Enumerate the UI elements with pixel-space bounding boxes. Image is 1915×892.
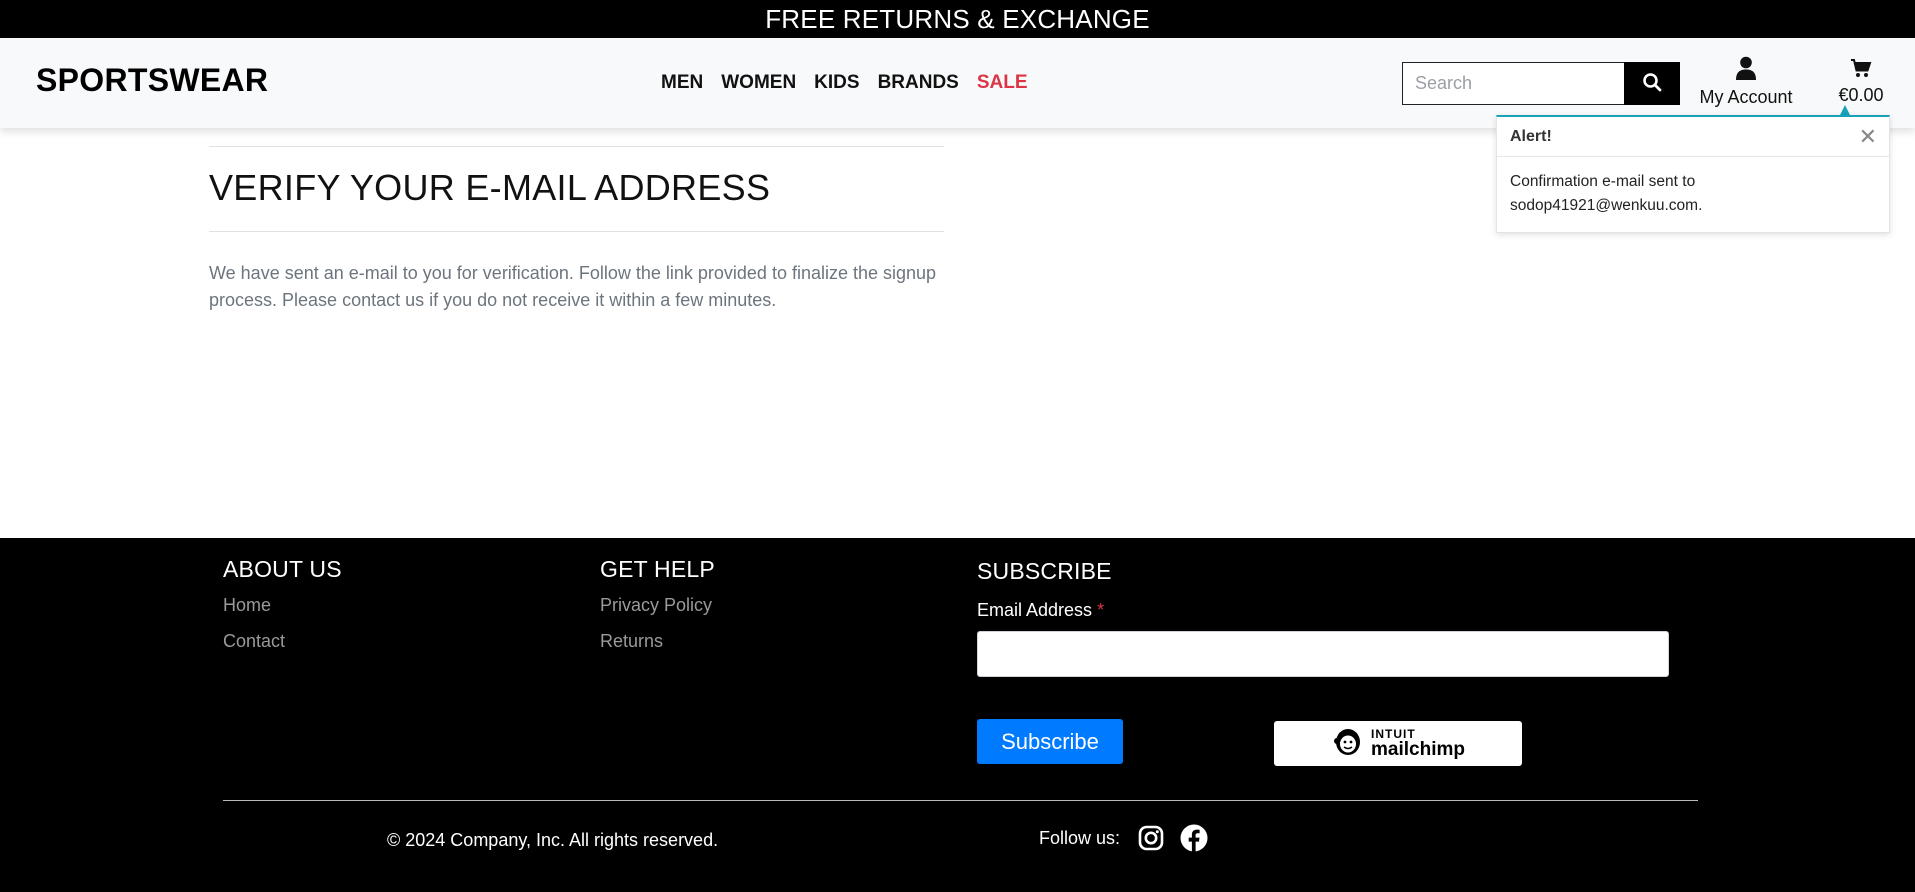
mailchimp-logo-icon: [1331, 724, 1365, 763]
social-links: Follow us:: [1039, 824, 1208, 852]
verification-message: We have sent an e-mail to you for verifi…: [209, 263, 937, 310]
alert-toast: Alert! ✕ Confirmation e-mail sent to sod…: [1496, 115, 1890, 233]
email-field[interactable]: [977, 631, 1669, 677]
alert-header: Alert! ✕: [1497, 117, 1889, 157]
site-logo[interactable]: SPORTSWEAR: [36, 62, 268, 99]
footer-link-home[interactable]: Home: [223, 595, 342, 616]
email-label-text: Email Address: [977, 600, 1093, 620]
promo-banner: FREE RETURNS & EXCHANGE: [0, 0, 1915, 38]
mailchimp-line2: mailchimp: [1371, 739, 1465, 760]
mailchimp-badge[interactable]: INTUIT mailchimp: [1274, 721, 1522, 766]
subscribe-form: SUBSCRIBE Email Address * Subscribe INTU…: [977, 558, 1669, 766]
alert-pointer: [1840, 105, 1850, 115]
search-input[interactable]: [1402, 62, 1624, 105]
nav-item-women[interactable]: WOMEN: [721, 72, 796, 94]
footer-help-heading: GET HELP: [600, 556, 715, 582]
follow-label: Follow us:: [1039, 827, 1121, 848]
cart-link[interactable]: €0.00: [1830, 58, 1892, 106]
footer-about-heading: ABOUT US: [223, 556, 342, 582]
cart-total: €0.00: [1838, 85, 1884, 105]
nav-item-brands[interactable]: BRANDS: [878, 72, 959, 94]
instagram-icon[interactable]: [1138, 825, 1164, 851]
user-icon: [1735, 56, 1757, 84]
nav-item-sale[interactable]: SALE: [977, 72, 1028, 94]
page-title: VERIFY YOUR E-MAIL ADDRESS: [209, 167, 771, 208]
search-icon: [1642, 72, 1662, 95]
search-button[interactable]: [1624, 62, 1680, 105]
subscribe-heading: SUBSCRIBE: [977, 558, 1112, 584]
promo-banner-text: FREE RETURNS & EXCHANGE: [765, 3, 1150, 34]
required-marker: *: [1097, 600, 1105, 620]
my-account-label: My Account: [1699, 87, 1793, 107]
footer-about: ABOUT US Home Contact: [223, 556, 342, 652]
divider: [209, 231, 944, 232]
mailchimp-wordmark: INTUIT mailchimp: [1371, 728, 1465, 759]
shopping-cart-icon: [1850, 59, 1872, 82]
nav-item-men[interactable]: MEN: [661, 72, 703, 94]
footer-divider: [223, 800, 1698, 801]
search-form: [1402, 62, 1680, 105]
footer-link-privacy-policy[interactable]: Privacy Policy: [600, 595, 715, 616]
footer-link-contact[interactable]: Contact: [223, 631, 342, 652]
subscribe-button[interactable]: Subscribe: [977, 719, 1123, 764]
footer-link-returns[interactable]: Returns: [600, 631, 715, 652]
email-label: Email Address *: [977, 600, 1669, 621]
alert-title: Alert!: [1510, 127, 1552, 145]
close-icon[interactable]: ✕: [1859, 125, 1877, 148]
nav-item-kids[interactable]: KIDS: [814, 72, 859, 94]
alert-message: Confirmation e-mail sent to sodop41921@w…: [1510, 173, 1703, 214]
facebook-icon[interactable]: [1180, 824, 1208, 852]
footer-help: GET HELP Privacy Policy Returns: [600, 556, 715, 652]
copyright-text: © 2024 Company, Inc. All rights reserved…: [387, 830, 719, 850]
main-nav: MEN WOMEN KIDS BRANDS SALE: [661, 72, 1028, 94]
verify-email-section: VERIFY YOUR E-MAIL ADDRESS We have sent …: [209, 146, 944, 314]
my-account-link[interactable]: My Account: [1690, 56, 1802, 108]
site-footer: ABOUT US Home Contact GET HELP Privacy P…: [0, 538, 1915, 892]
